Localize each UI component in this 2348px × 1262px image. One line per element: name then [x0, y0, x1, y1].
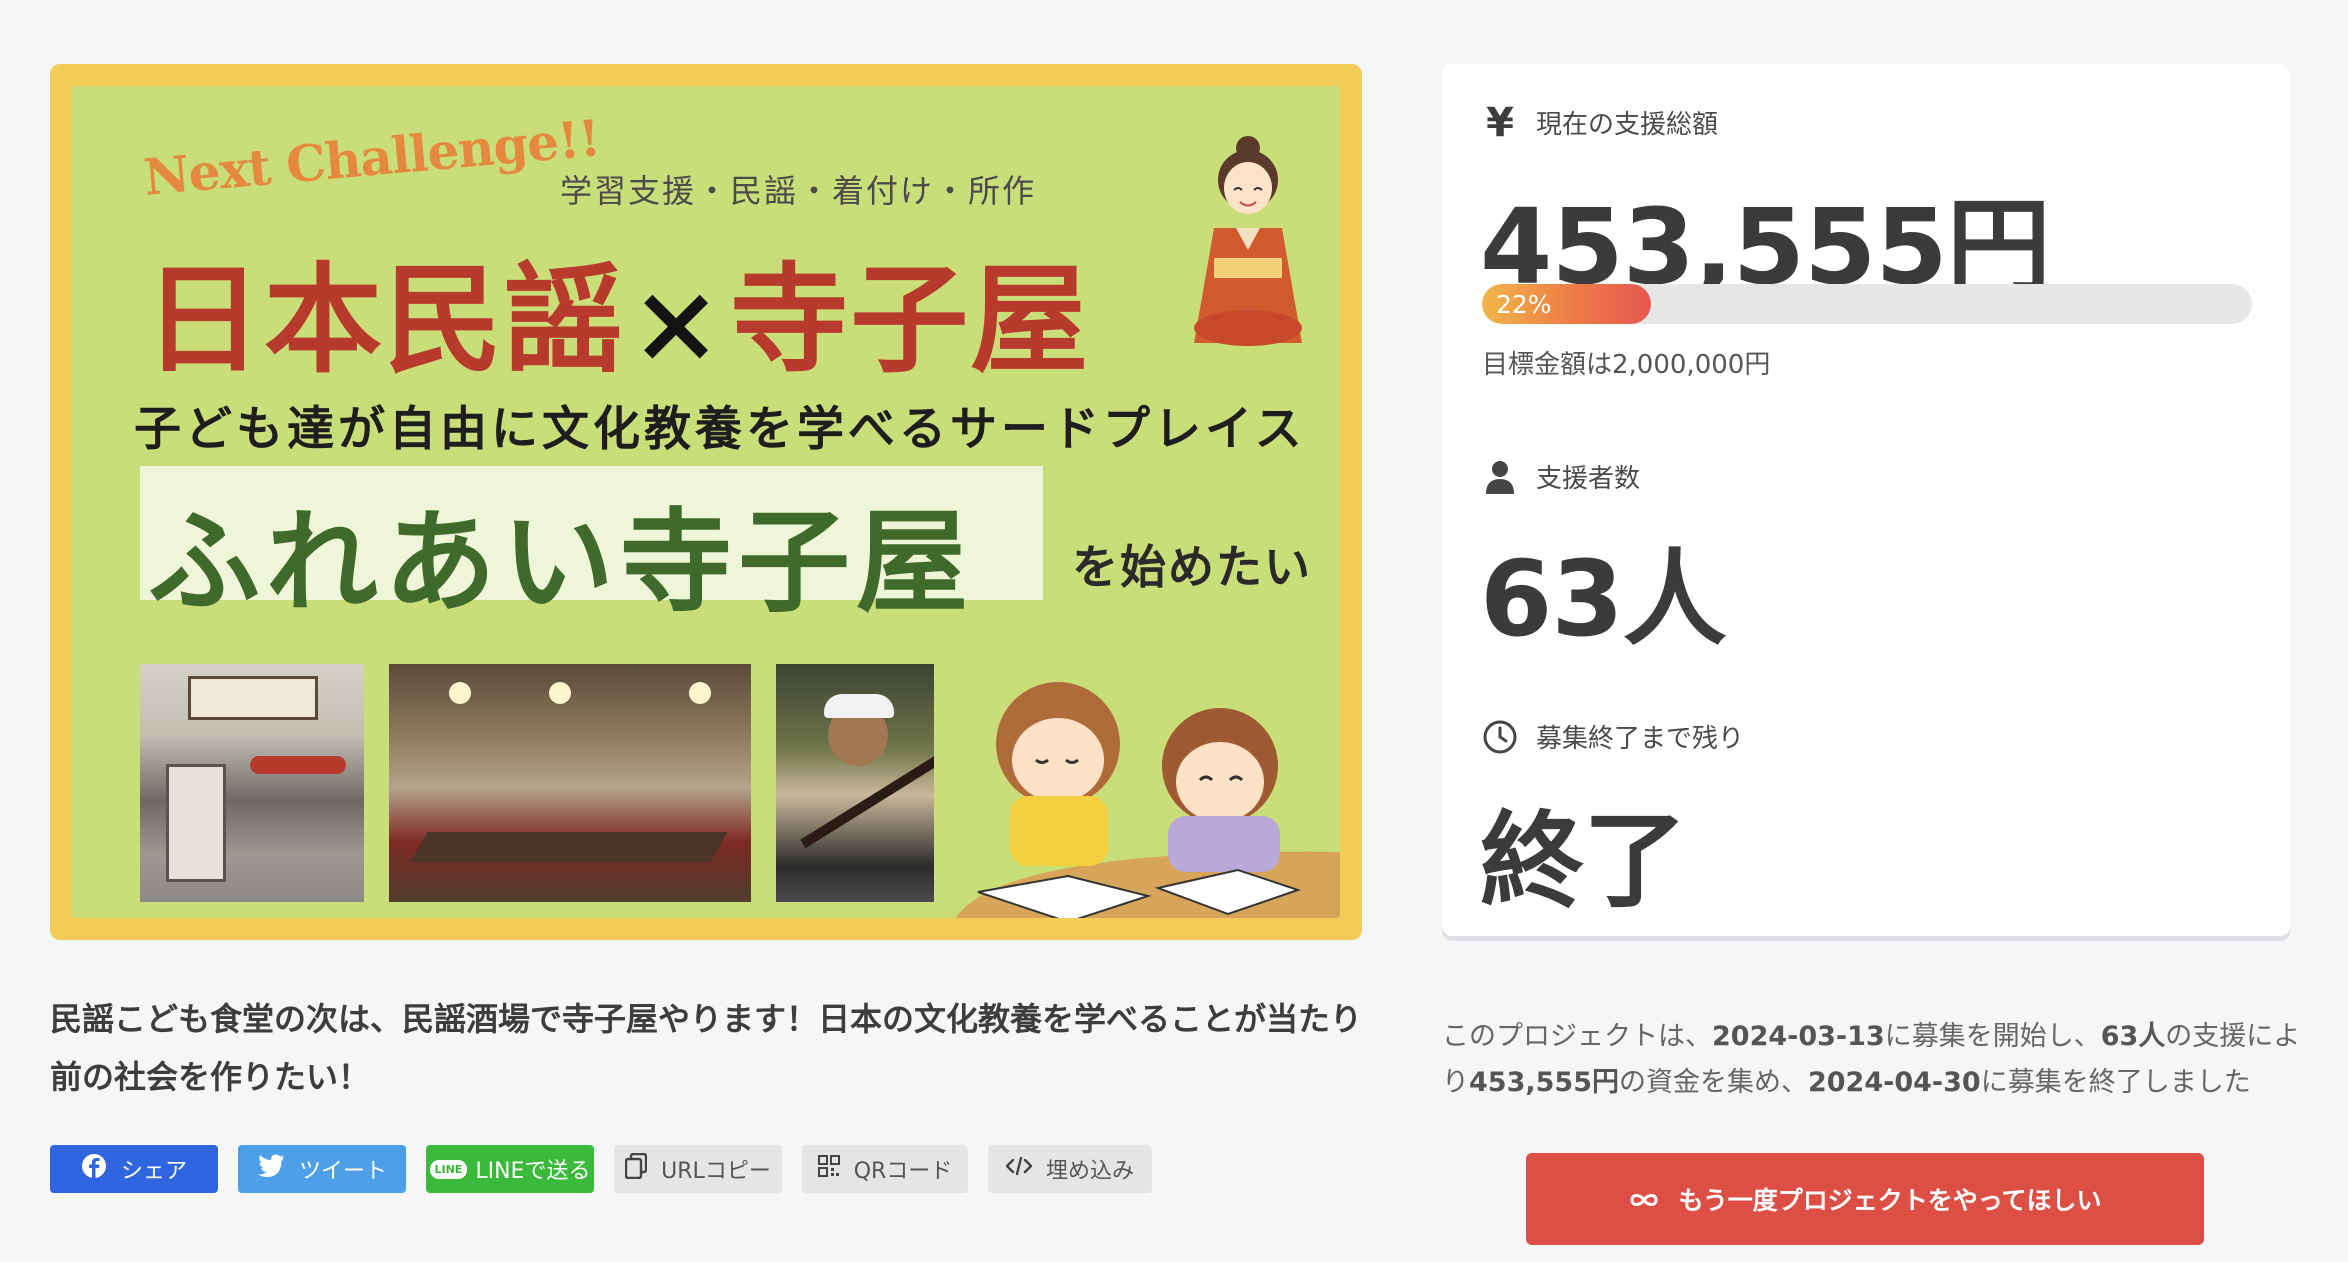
photo-shop-front [140, 664, 364, 902]
embed-button[interactable]: 埋め込み [988, 1145, 1152, 1193]
backers-label: 支援者数 [1536, 464, 1641, 494]
funding-progress-bar: 22% [1482, 284, 2252, 324]
summary-backers: 63人 [2100, 1021, 2166, 1052]
person-icon [1482, 459, 1518, 495]
ceiling-lamp [549, 682, 571, 704]
funding-stats-card: ¥ 現在の支援総額 453,555円 22% 目標金額は2,000,000円 支… [1442, 64, 2290, 936]
total-amount-heading: ¥ 現在の支援総額 [1482, 99, 1719, 146]
shop-lantern [250, 756, 346, 774]
summary-amount: 453,555円 [1469, 1067, 1619, 1098]
yen-icon: ¥ [1486, 99, 1514, 146]
photo-shamisen-player [776, 664, 934, 902]
summary-start-date: 2024-03-13 [1712, 1021, 1885, 1052]
qr-code-label: QRコード [853, 1159, 953, 1184]
remaining-heading: 募集終了まで残り [1482, 718, 1744, 755]
project-page: Next Challenge!! 学習支援・民謡・着付け・所作 日本民謡×寺子屋… [0, 0, 2348, 1262]
summary-text: の資金を集め、 [1618, 1067, 1808, 1098]
studying-kids-illustration [955, 682, 1340, 918]
summary-text: に募集を終了しました [1980, 1067, 2251, 1098]
request-again-button[interactable]: もう一度プロジェクトをやってほしい [1526, 1153, 2204, 1245]
share-buttons: シェア ツイート LINE LINEで送る URLコピー QRコード 埋め込み [50, 1145, 1152, 1193]
ceiling-lamp [689, 682, 711, 704]
remaining-value: 終了 [1480, 800, 1687, 922]
qr-code-icon [817, 1155, 840, 1183]
remaining-label: 募集終了まで残り [1536, 724, 1745, 754]
hero-tagline: 子ども達が自由に文化教養を学べるサードプレイス [134, 402, 1306, 457]
player-headband [824, 694, 894, 718]
infinity-icon [1628, 1185, 1660, 1214]
twitter-bird-icon [257, 1154, 285, 1184]
ceiling-lamp [449, 682, 471, 704]
hero-title: 日本民謡×寺子屋 [144, 224, 1090, 395]
summary-text: に募集を開始し、 [1884, 1021, 2101, 1052]
photo-shop-interior [389, 664, 751, 902]
hero-title-times: × [630, 258, 725, 387]
facebook-icon [81, 1153, 107, 1185]
line-icon: LINE [429, 1159, 468, 1179]
tatami-bench [410, 832, 728, 862]
request-again-label: もう一度プロジェクトをやってほしい [1678, 1186, 2102, 1215]
kimono-girl-illustration [1194, 136, 1302, 346]
project-description: 民謡こども食堂の次は、民謡酒場で寺子屋やります！日本の文化教養を学べることが当た… [50, 1000, 1363, 1096]
funding-progress-label: 22% [1496, 289, 1552, 319]
url-copy-label: URLコピー [661, 1159, 771, 1184]
hero-title-part1: 日本民謡 [144, 250, 625, 389]
copy-icon [624, 1152, 648, 1185]
shop-door [166, 764, 226, 882]
hero-project-name: ふれあい寺子屋 [148, 497, 974, 628]
twitter-share-label: ツイート [299, 1159, 388, 1184]
code-icon [1005, 1156, 1033, 1182]
hero-name-suffix: を始めたい [1072, 540, 1312, 594]
total-amount-label: 現在の支援総額 [1536, 110, 1719, 140]
hero-subtag: 学習支援・民謡・着付け・所作 [560, 172, 1037, 210]
qr-code-button[interactable]: QRコード [802, 1145, 968, 1193]
summary-end-date: 2024-04-30 [1807, 1067, 1981, 1098]
backers-value: 63人 [1480, 538, 1727, 660]
next-challenge-text: Next Challenge!! [141, 108, 603, 207]
line-share-label: LINEで送る [475, 1159, 591, 1184]
hero-banner: Next Challenge!! 学習支援・民謡・着付け・所作 日本民謡×寺子屋… [72, 86, 1340, 918]
goal-amount-text: 目標金額は2,000,000円 [1482, 350, 1771, 380]
line-share-button[interactable]: LINE LINEで送る [426, 1145, 594, 1193]
funding-progress-fill: 22% [1482, 284, 1652, 324]
summary-text: このプロジェクトは、 [1442, 1021, 1712, 1052]
hero-title-part2: 寺子屋 [730, 250, 1091, 389]
project-summary: このプロジェクトは、2024-03-13に募集を開始し、63人の支援により453… [1442, 1014, 2302, 1106]
backers-heading: 支援者数 [1482, 458, 1640, 495]
url-copy-button[interactable]: URLコピー [614, 1145, 782, 1193]
shop-sign [188, 676, 318, 720]
clock-icon [1482, 719, 1518, 755]
project-hero-image: Next Challenge!! 学習支援・民謡・着付け・所作 日本民謡×寺子屋… [50, 64, 1362, 940]
embed-label: 埋め込み [1046, 1159, 1135, 1184]
facebook-share-button[interactable]: シェア [50, 1145, 218, 1193]
twitter-share-button[interactable]: ツイート [238, 1145, 406, 1193]
facebook-share-label: シェア [120, 1159, 187, 1184]
